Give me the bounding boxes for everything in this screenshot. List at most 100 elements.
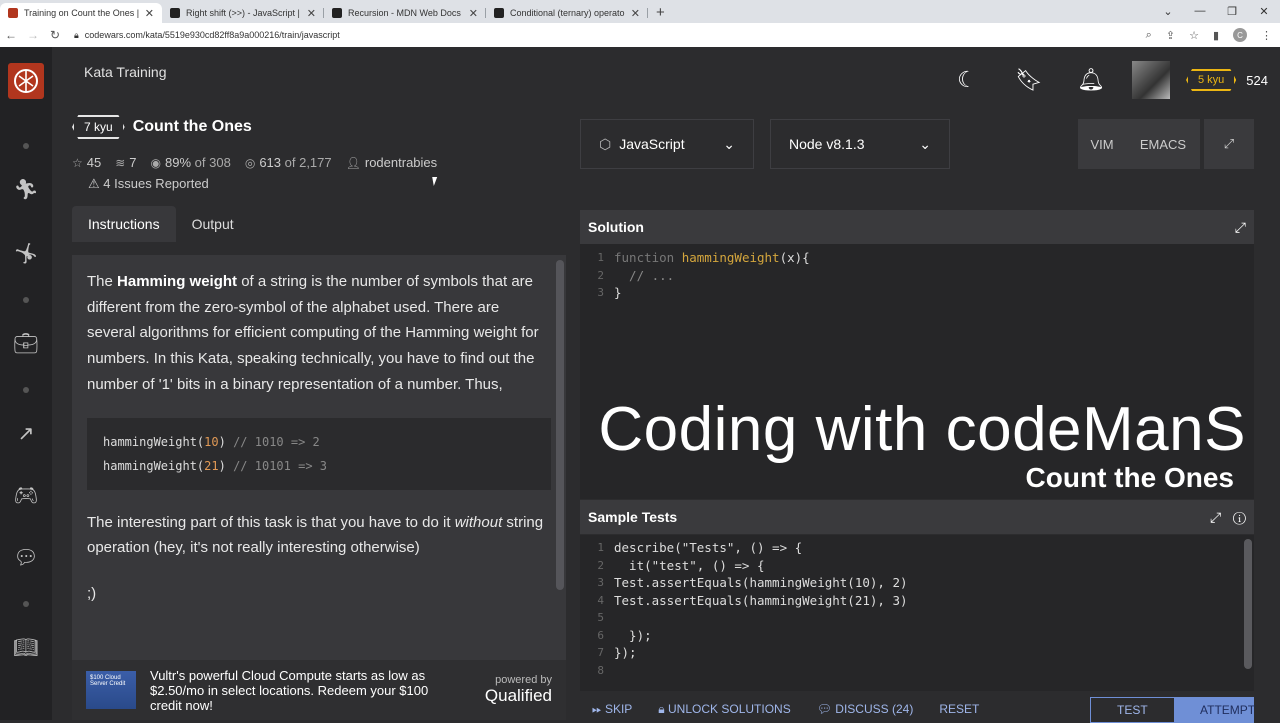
- close-tab-icon[interactable]: ✕: [631, 7, 640, 20]
- tab-instructions[interactable]: Instructions: [72, 206, 176, 242]
- back-icon[interactable]: ←: [0, 28, 22, 42]
- side-panel-icon[interactable]: ▮: [1213, 29, 1219, 42]
- sidebar-divider-dot: [23, 601, 29, 607]
- example-line: hammingWeight(21) // 10101 => 3: [103, 458, 327, 473]
- kata-description-panel: 7 kyu Count the Ones ☆ 45 ≋ 7 ◉ 89% of 308 …: [72, 115, 566, 720]
- solution-title: Solution: [588, 219, 644, 235]
- profile-avatar-icon[interactable]: C: [1233, 28, 1247, 42]
- codewars-logo-icon[interactable]: [8, 63, 44, 99]
- skip-button[interactable]: ⏩︎ SKIP: [592, 702, 632, 717]
- url-text: codewars.com/kata/5519e930cd82ff8a9a0002…: [84, 30, 340, 40]
- fullscreen-icon[interactable]: ⤢: [1204, 119, 1254, 169]
- minimize-icon[interactable]: —: [1184, 0, 1216, 22]
- expand-icon[interactable]: ⤢: [1235, 219, 1246, 236]
- zoom-icon[interactable]: ⌕: [1146, 29, 1152, 42]
- help-icon[interactable]: ⓘ: [1233, 509, 1246, 525]
- url-field[interactable]: 🔒︎ codewars.com/kata/5519e930cd82ff8a9a0…: [74, 30, 1146, 41]
- codewars-favicon-icon: [8, 8, 18, 18]
- attempt-button[interactable]: ATTEMPT: [1174, 697, 1255, 723]
- discord-icon[interactable]: 🎮︎: [13, 485, 38, 507]
- instructions-paragraph-2: The interesting part of this task is tha…: [87, 513, 544, 557]
- vim-mode-button[interactable]: VIM: [1078, 119, 1126, 169]
- description-tabs: Instructions Output: [72, 206, 566, 242]
- docs-book-icon[interactable]: 📖︎: [13, 637, 38, 659]
- notifications-bell-icon[interactable]: 🔔︎: [1060, 67, 1122, 93]
- code-line: 8: [597, 663, 604, 677]
- user-rank-badge: 5 kyu: [1186, 69, 1237, 91]
- browser-tab-2[interactable]: Recursion - MDN Web Docs Glos ✕: [324, 3, 486, 23]
- address-bar: ← → ↻ 🔒︎ codewars.com/kata/5519e930cd82f…: [0, 23, 1280, 47]
- new-tab-icon[interactable]: +: [648, 3, 673, 23]
- user-avatar[interactable]: [1132, 61, 1170, 99]
- tests-scrollbar[interactable]: [1244, 539, 1252, 669]
- lock-icon: 🔒︎: [658, 701, 669, 716]
- target-icon: ◎: [244, 156, 256, 170]
- collections-stat[interactable]: ≋ 7: [115, 155, 136, 170]
- dark-mode-moon-icon[interactable]: ☾: [936, 67, 998, 93]
- forward-icon[interactable]: →: [22, 28, 44, 42]
- bookmark-star-icon[interactable]: ☆: [1189, 29, 1199, 42]
- menu-kebab-icon[interactable]: ⋮: [1261, 29, 1272, 42]
- reset-button[interactable]: RESET: [939, 702, 979, 716]
- example-line: hammingWeight(10) // 1010 => 2: [103, 434, 320, 449]
- expand-icon[interactable]: ⤢: [1210, 509, 1221, 525]
- address-bar-actions: ⌕ ⇪ ☆ ▮ C ⋮: [1146, 28, 1272, 42]
- code-line: 1 describe("Tests", () => {: [597, 540, 803, 556]
- training-icon[interactable]: 🏃︎: [13, 179, 38, 201]
- emacs-mode-button[interactable]: EMACS: [1126, 119, 1200, 169]
- reload-icon[interactable]: ↻: [44, 28, 66, 42]
- jobs-briefcase-icon[interactable]: 💼︎: [13, 333, 38, 355]
- powered-by[interactable]: powered by Qualified: [472, 674, 552, 706]
- instructions-paragraph-1: The Hamming weight of a string is the nu…: [87, 273, 539, 393]
- user-honor: 524: [1246, 72, 1268, 88]
- unlock-solutions-button[interactable]: 🔒︎ UNLOCK SOLUTIONS: [658, 702, 790, 717]
- warning-icon: ⚠: [88, 176, 100, 191]
- stars-stat[interactable]: ☆ 45: [72, 155, 101, 170]
- sidebar-divider-dot: [23, 387, 29, 393]
- practice-icon[interactable]: 🤸︎: [13, 243, 38, 265]
- top-bar: Kata Training ☾ 🔖︎ 🔔︎ 5 kyu 524: [52, 47, 1280, 115]
- discuss-button[interactable]: 💬︎ DISCUSS (24): [817, 702, 914, 716]
- browser-tab-3[interactable]: Conditional (ternary) operator - J ✕: [486, 3, 648, 23]
- code-line: 2 // ...: [597, 267, 675, 283]
- layers-icon: ≋: [115, 156, 126, 170]
- leaderboard-trend-icon[interactable]: ↗: [18, 423, 35, 445]
- tab-title: Conditional (ternary) operator - J: [510, 8, 625, 18]
- sidebar-divider-dot: [23, 297, 29, 303]
- kata-rank-badge: 7 kyu: [72, 115, 125, 139]
- user-icon: 👤︎: [345, 156, 361, 170]
- close-tab-icon[interactable]: ✕: [307, 7, 316, 20]
- mdn-favicon-icon: [494, 8, 504, 18]
- kata-title[interactable]: Count the Ones: [133, 118, 252, 136]
- share-icon[interactable]: ⇪: [1166, 29, 1175, 42]
- sample-tests-editor[interactable]: 1 describe("Tests", () => { 2 it("test", …: [580, 535, 1254, 691]
- browser-tab-1[interactable]: Right shift (>>) - JavaScript | MD ✕: [162, 3, 324, 23]
- instructions-paragraph-3: ;): [87, 584, 97, 602]
- tab-output[interactable]: Output: [176, 206, 250, 242]
- author-stat[interactable]: 👤︎ rodentrabies: [346, 155, 438, 170]
- ad-image: $100 Cloud Server Credit: [86, 671, 136, 709]
- chat-icon: 💬︎: [816, 702, 836, 716]
- solution-header: Solution ⤢: [580, 210, 1254, 244]
- bookmark-icon[interactable]: 🔖︎: [998, 67, 1060, 93]
- editor-mode-buttons: VIM EMACS ⤢: [1078, 119, 1254, 169]
- version-select[interactable]: Node v8.1.3 ⌄: [770, 119, 950, 169]
- browser-tab-0[interactable]: Training on Count the Ones | Co ✕: [0, 3, 162, 23]
- instructions-scrollbar[interactable]: [556, 260, 564, 590]
- page-title: Kata Training: [84, 64, 167, 80]
- issues-reported[interactable]: ⚠ 4 Issues Reported: [88, 176, 566, 192]
- lock-icon: 🔒︎: [74, 29, 79, 40]
- restore-icon[interactable]: ❐: [1216, 0, 1248, 22]
- tab-search-icon[interactable]: ⌄: [1152, 0, 1184, 22]
- close-window-icon[interactable]: ✕: [1248, 0, 1280, 22]
- star-icon: ☆: [72, 156, 83, 170]
- chevron-down-icon: ⌄: [919, 135, 931, 152]
- close-tab-icon[interactable]: ✕: [469, 7, 478, 20]
- sponsor-ad[interactable]: $100 Cloud Server Credit Vultr's powerfu…: [72, 660, 566, 720]
- overlay-subtitle: Count the Ones: [1025, 462, 1234, 493]
- overlay-title: Coding with codeManS: [598, 395, 1246, 464]
- language-select[interactable]: ⬡ JavaScript ⌄: [580, 119, 754, 169]
- discussion-chat-icon[interactable]: 💬︎: [13, 547, 38, 569]
- close-tab-icon[interactable]: ✕: [145, 7, 154, 20]
- test-button[interactable]: TEST: [1090, 697, 1175, 723]
